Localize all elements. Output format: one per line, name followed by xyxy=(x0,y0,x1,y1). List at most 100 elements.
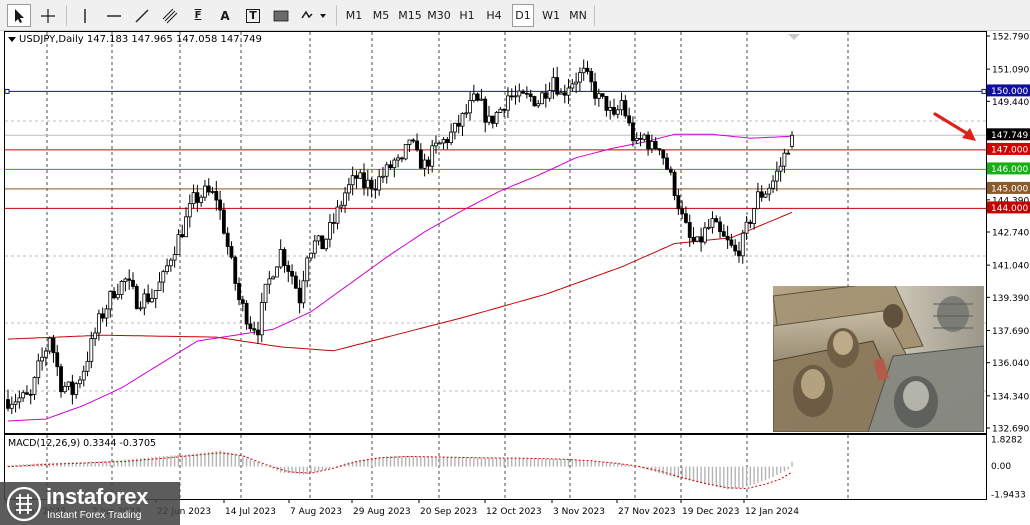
candle[interactable] xyxy=(40,347,44,371)
candle[interactable] xyxy=(778,157,783,182)
candle[interactable] xyxy=(740,229,745,264)
candle[interactable] xyxy=(774,161,779,192)
candle[interactable] xyxy=(96,309,101,341)
candle[interactable] xyxy=(551,67,556,100)
candle[interactable] xyxy=(475,92,480,102)
candle[interactable] xyxy=(203,180,207,201)
candle[interactable] xyxy=(604,95,609,117)
candle[interactable] xyxy=(642,133,647,142)
candle[interactable] xyxy=(157,272,162,291)
candle[interactable] xyxy=(441,137,446,150)
candle[interactable] xyxy=(142,288,147,316)
candle[interactable] xyxy=(710,211,715,234)
candle[interactable] xyxy=(214,180,219,211)
candle[interactable] xyxy=(547,82,552,102)
candle[interactable] xyxy=(415,133,419,152)
candle[interactable] xyxy=(426,156,431,174)
candle[interactable] xyxy=(699,227,704,252)
candle[interactable] xyxy=(369,177,374,198)
candle[interactable] xyxy=(490,115,495,129)
candle[interactable] xyxy=(358,168,363,180)
candle[interactable] xyxy=(81,365,86,387)
candle[interactable] xyxy=(460,112,465,137)
candle[interactable] xyxy=(47,336,52,355)
candle[interactable] xyxy=(536,100,541,108)
candle[interactable] xyxy=(430,139,435,173)
candle[interactable] xyxy=(328,214,332,248)
candle[interactable] xyxy=(612,98,616,117)
candle[interactable] xyxy=(403,144,408,161)
candle[interactable] xyxy=(256,321,260,344)
candle[interactable] xyxy=(59,363,63,398)
candle[interactable] xyxy=(411,138,416,144)
candle[interactable] xyxy=(138,301,143,312)
candle[interactable] xyxy=(763,190,768,198)
candle[interactable] xyxy=(131,272,135,290)
candle[interactable] xyxy=(70,374,75,405)
candle[interactable] xyxy=(13,393,18,413)
candle[interactable] xyxy=(248,316,253,332)
rectangle-tool[interactable] xyxy=(268,4,294,27)
vertical-line-tool[interactable] xyxy=(73,4,97,27)
candle[interactable] xyxy=(286,260,291,283)
candle[interactable] xyxy=(55,344,60,377)
candle[interactable] xyxy=(115,283,120,301)
candle[interactable] xyxy=(714,215,719,223)
candle[interactable] xyxy=(680,200,685,220)
candle[interactable] xyxy=(297,279,302,314)
candle[interactable] xyxy=(191,184,196,209)
candle[interactable] xyxy=(517,83,522,103)
candle[interactable] xyxy=(233,255,238,291)
candle[interactable] xyxy=(221,203,226,235)
candle[interactable] xyxy=(589,67,594,92)
shapes-menu[interactable] xyxy=(298,4,330,27)
horizontal-line-tool[interactable] xyxy=(101,4,127,27)
candle[interactable] xyxy=(672,170,677,201)
candle[interactable] xyxy=(570,78,575,92)
candle[interactable] xyxy=(271,275,276,280)
candle[interactable] xyxy=(119,279,124,300)
candle[interactable] xyxy=(293,271,298,289)
candle[interactable] xyxy=(240,295,245,312)
candle[interactable] xyxy=(187,194,192,228)
candle[interactable] xyxy=(578,67,582,92)
candle[interactable] xyxy=(282,247,287,273)
candle[interactable] xyxy=(509,88,514,101)
candle[interactable] xyxy=(434,135,438,154)
timeframe-mn[interactable]: MN xyxy=(566,4,590,27)
candle[interactable] xyxy=(301,270,306,309)
candle[interactable] xyxy=(316,235,321,246)
candle[interactable] xyxy=(388,160,393,170)
candle[interactable] xyxy=(396,154,401,168)
candle[interactable] xyxy=(320,235,325,250)
candle[interactable] xyxy=(668,166,673,176)
candle[interactable] xyxy=(263,283,268,311)
candle[interactable] xyxy=(627,107,632,127)
candle[interactable] xyxy=(127,269,132,290)
candle[interactable] xyxy=(543,83,548,108)
candle[interactable] xyxy=(483,96,488,133)
candle[interactable] xyxy=(134,283,139,310)
candle[interactable] xyxy=(104,304,109,327)
candle[interactable] xyxy=(312,234,317,259)
candle[interactable] xyxy=(339,200,344,213)
candle[interactable] xyxy=(123,277,128,292)
candle[interactable] xyxy=(487,105,491,126)
candle[interactable] xyxy=(17,390,22,409)
candle[interactable] xyxy=(733,239,738,256)
text-label-tool[interactable]: T xyxy=(241,4,265,27)
candle[interactable] xyxy=(384,161,389,184)
crosshair-tool[interactable] xyxy=(35,4,61,27)
candle[interactable] xyxy=(767,183,772,201)
candle[interactable] xyxy=(513,85,518,105)
candle[interactable] xyxy=(78,376,82,389)
timeframe-m30[interactable]: M30 xyxy=(427,4,451,27)
candle[interactable] xyxy=(790,131,794,149)
candle[interactable] xyxy=(661,149,666,165)
candle[interactable] xyxy=(93,327,98,346)
candle[interactable] xyxy=(199,194,204,207)
candle[interactable] xyxy=(623,95,628,119)
candle[interactable] xyxy=(468,92,472,121)
candle[interactable] xyxy=(695,236,700,243)
candle[interactable] xyxy=(324,238,329,252)
